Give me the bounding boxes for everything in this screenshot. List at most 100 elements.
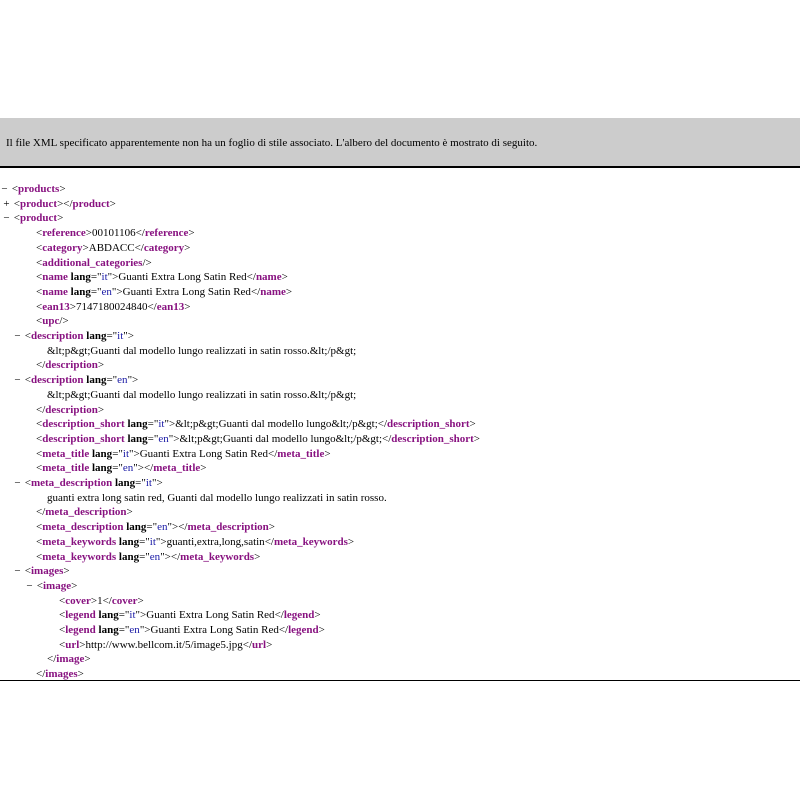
xml-punctuation: ="	[135, 477, 146, 489]
xml-tree-line: <legend lang="en">Guanti Extra Long Sati…	[59, 623, 325, 638]
xml-punctuation: >	[126, 506, 133, 519]
xml-punctuation: </	[134, 241, 144, 254]
xml-tag-name: description	[45, 359, 98, 372]
xml-tree-line: <description_short lang="en">&lt;p&gt;Gu…	[36, 432, 480, 447]
collapse-toggle[interactable]: −	[25, 579, 34, 594]
xml-text-content: &lt;p&gt;Guanti dal modello lungo realiz…	[47, 344, 357, 357]
xml-tree-line: <name lang="it">Guanti Extra Long Satin …	[36, 270, 288, 285]
xml-tag-name: meta_description	[45, 506, 127, 519]
xml-tag-name: legend	[283, 609, 315, 622]
xml-text-content: guanti,extra,long,satin	[166, 535, 265, 548]
xml-text-content: ABDACC	[88, 241, 135, 254]
xml-punctuation: ">	[129, 447, 140, 460]
xml-tag-name: reference	[144, 227, 189, 240]
xml-punctuation: </	[264, 535, 274, 548]
xml-punctuation: ">	[135, 609, 147, 622]
xml-punctuation: </	[377, 418, 388, 431]
expand-toggle[interactable]: +	[2, 197, 11, 212]
xml-attribute-value: en	[129, 624, 140, 636]
xml-tag-name: url	[65, 638, 80, 651]
xml-tag-name: meta_title	[42, 447, 90, 460]
xml-punctuation: </	[250, 285, 261, 298]
xml-tree-line: − <products>	[0, 182, 65, 197]
xml-punctuation: >	[314, 609, 321, 622]
xml-tree-line: − <description lang="it">	[13, 329, 134, 344]
xml-tag-name: products	[17, 183, 60, 195]
xml-punctuation: >	[347, 535, 355, 548]
no-stylesheet-banner: Il file XML specificato apparentemente n…	[0, 118, 800, 168]
xml-attribute-name: lang	[118, 535, 140, 548]
xml-punctuation: ="	[112, 462, 123, 475]
xml-tree-line: </description>	[36, 403, 104, 418]
xml-text-content: 00101106	[92, 227, 136, 240]
banner-message: Il file XML specificato apparentemente n…	[6, 137, 538, 149]
xml-attribute-name: lang	[92, 462, 113, 475]
xml-attribute-name: lang	[118, 550, 140, 563]
xml-attribute-name: lang	[127, 432, 148, 445]
xml-attribute-name: lang	[98, 609, 119, 622]
xml-punctuation: >	[324, 447, 331, 460]
xml-punctuation: ">	[111, 285, 123, 298]
xml-punctuation: ="	[146, 521, 158, 534]
xml-punctuation: "></	[133, 462, 154, 475]
xml-punctuation: >	[254, 550, 261, 563]
xml-tree-line: <cover>1</cover>	[59, 594, 144, 609]
xml-tag-name: name	[42, 271, 68, 284]
xml-punctuation: ">	[139, 624, 151, 636]
xml-punctuation: >	[97, 403, 105, 416]
xml-text-content: &lt;p&gt;Guanti dal modello lungo realiz…	[47, 388, 357, 401]
xml-attribute-name: lang	[98, 624, 119, 636]
xml-tree-line: </image>	[47, 652, 91, 667]
xml-punctuation: "></	[167, 521, 188, 534]
xml-tag-name: image	[42, 579, 72, 592]
xml-punctuation: </	[147, 300, 157, 313]
xml-attribute-name: lang	[92, 447, 113, 460]
xml-punctuation: ">	[168, 432, 180, 445]
xml-punctuation: ="	[147, 418, 159, 431]
xml-tree-line: <meta_title lang="it">Guanti Extra Long …	[36, 447, 331, 462]
xml-tree-line: <name lang="en">Guanti Extra Long Satin …	[36, 285, 292, 300]
xml-punctuation: ="	[118, 609, 130, 622]
xml-punctuation: ">	[164, 418, 176, 431]
xml-tag-name: meta_keywords	[273, 535, 348, 548]
xml-tag-name: reference	[42, 227, 86, 240]
xml-tag-name: cover	[65, 594, 91, 607]
xml-text-content: Guanti Extra Long Satin Red	[150, 624, 279, 636]
xml-attribute-value: en	[117, 374, 128, 387]
xml-tag-name: meta_description	[187, 521, 269, 534]
xml-attribute-name: lang	[86, 374, 107, 387]
xml-punctuation: >	[184, 300, 191, 313]
xml-punctuation: </	[102, 594, 112, 607]
xml-tag-name: meta_title	[277, 447, 325, 460]
xml-tree-line: <url>http://www.bellcom.it/5/image5.jpg<…	[59, 638, 272, 653]
xml-attribute-name: lang	[70, 285, 91, 298]
xml-punctuation: >	[266, 638, 273, 651]
xml-punctuation: "></	[160, 550, 181, 563]
xml-tree-line: <reference>00101106</reference>	[36, 226, 195, 241]
xml-tag-name: category	[42, 241, 83, 254]
xml-punctuation: >	[285, 285, 293, 298]
xml-punctuation: ></	[57, 197, 73, 210]
xml-tree-line: &lt;p&gt;Guanti dal modello lungo realiz…	[47, 388, 356, 403]
xml-punctuation: />	[142, 256, 152, 269]
xml-punctuation: >	[137, 594, 144, 607]
xml-punctuation: >	[188, 227, 195, 240]
collapse-toggle[interactable]: −	[0, 182, 9, 197]
xml-punctuation: >	[200, 462, 207, 475]
collapse-toggle[interactable]: −	[13, 564, 22, 579]
xml-tag-name: product	[72, 197, 110, 210]
xml-tag-name: description_short	[42, 418, 125, 431]
xml-tree-line: </description>	[36, 358, 104, 373]
collapse-toggle[interactable]: −	[2, 211, 11, 226]
xml-tag-name: meta_keywords	[180, 550, 255, 563]
collapse-toggle[interactable]: −	[13, 476, 22, 491]
xml-punctuation: >	[63, 565, 70, 578]
xml-text-content: &lt;p&gt;Guanti dal modello lungo&lt;/p&…	[175, 418, 378, 431]
xml-attribute-value: en	[149, 550, 161, 563]
xml-tag-name: description_short	[42, 432, 125, 445]
collapse-toggle[interactable]: −	[13, 373, 22, 388]
xml-punctuation: ">	[152, 477, 163, 489]
xml-punctuation: >	[109, 197, 116, 210]
collapse-toggle[interactable]: −	[13, 329, 22, 344]
xml-tag-name: legend	[65, 624, 96, 636]
